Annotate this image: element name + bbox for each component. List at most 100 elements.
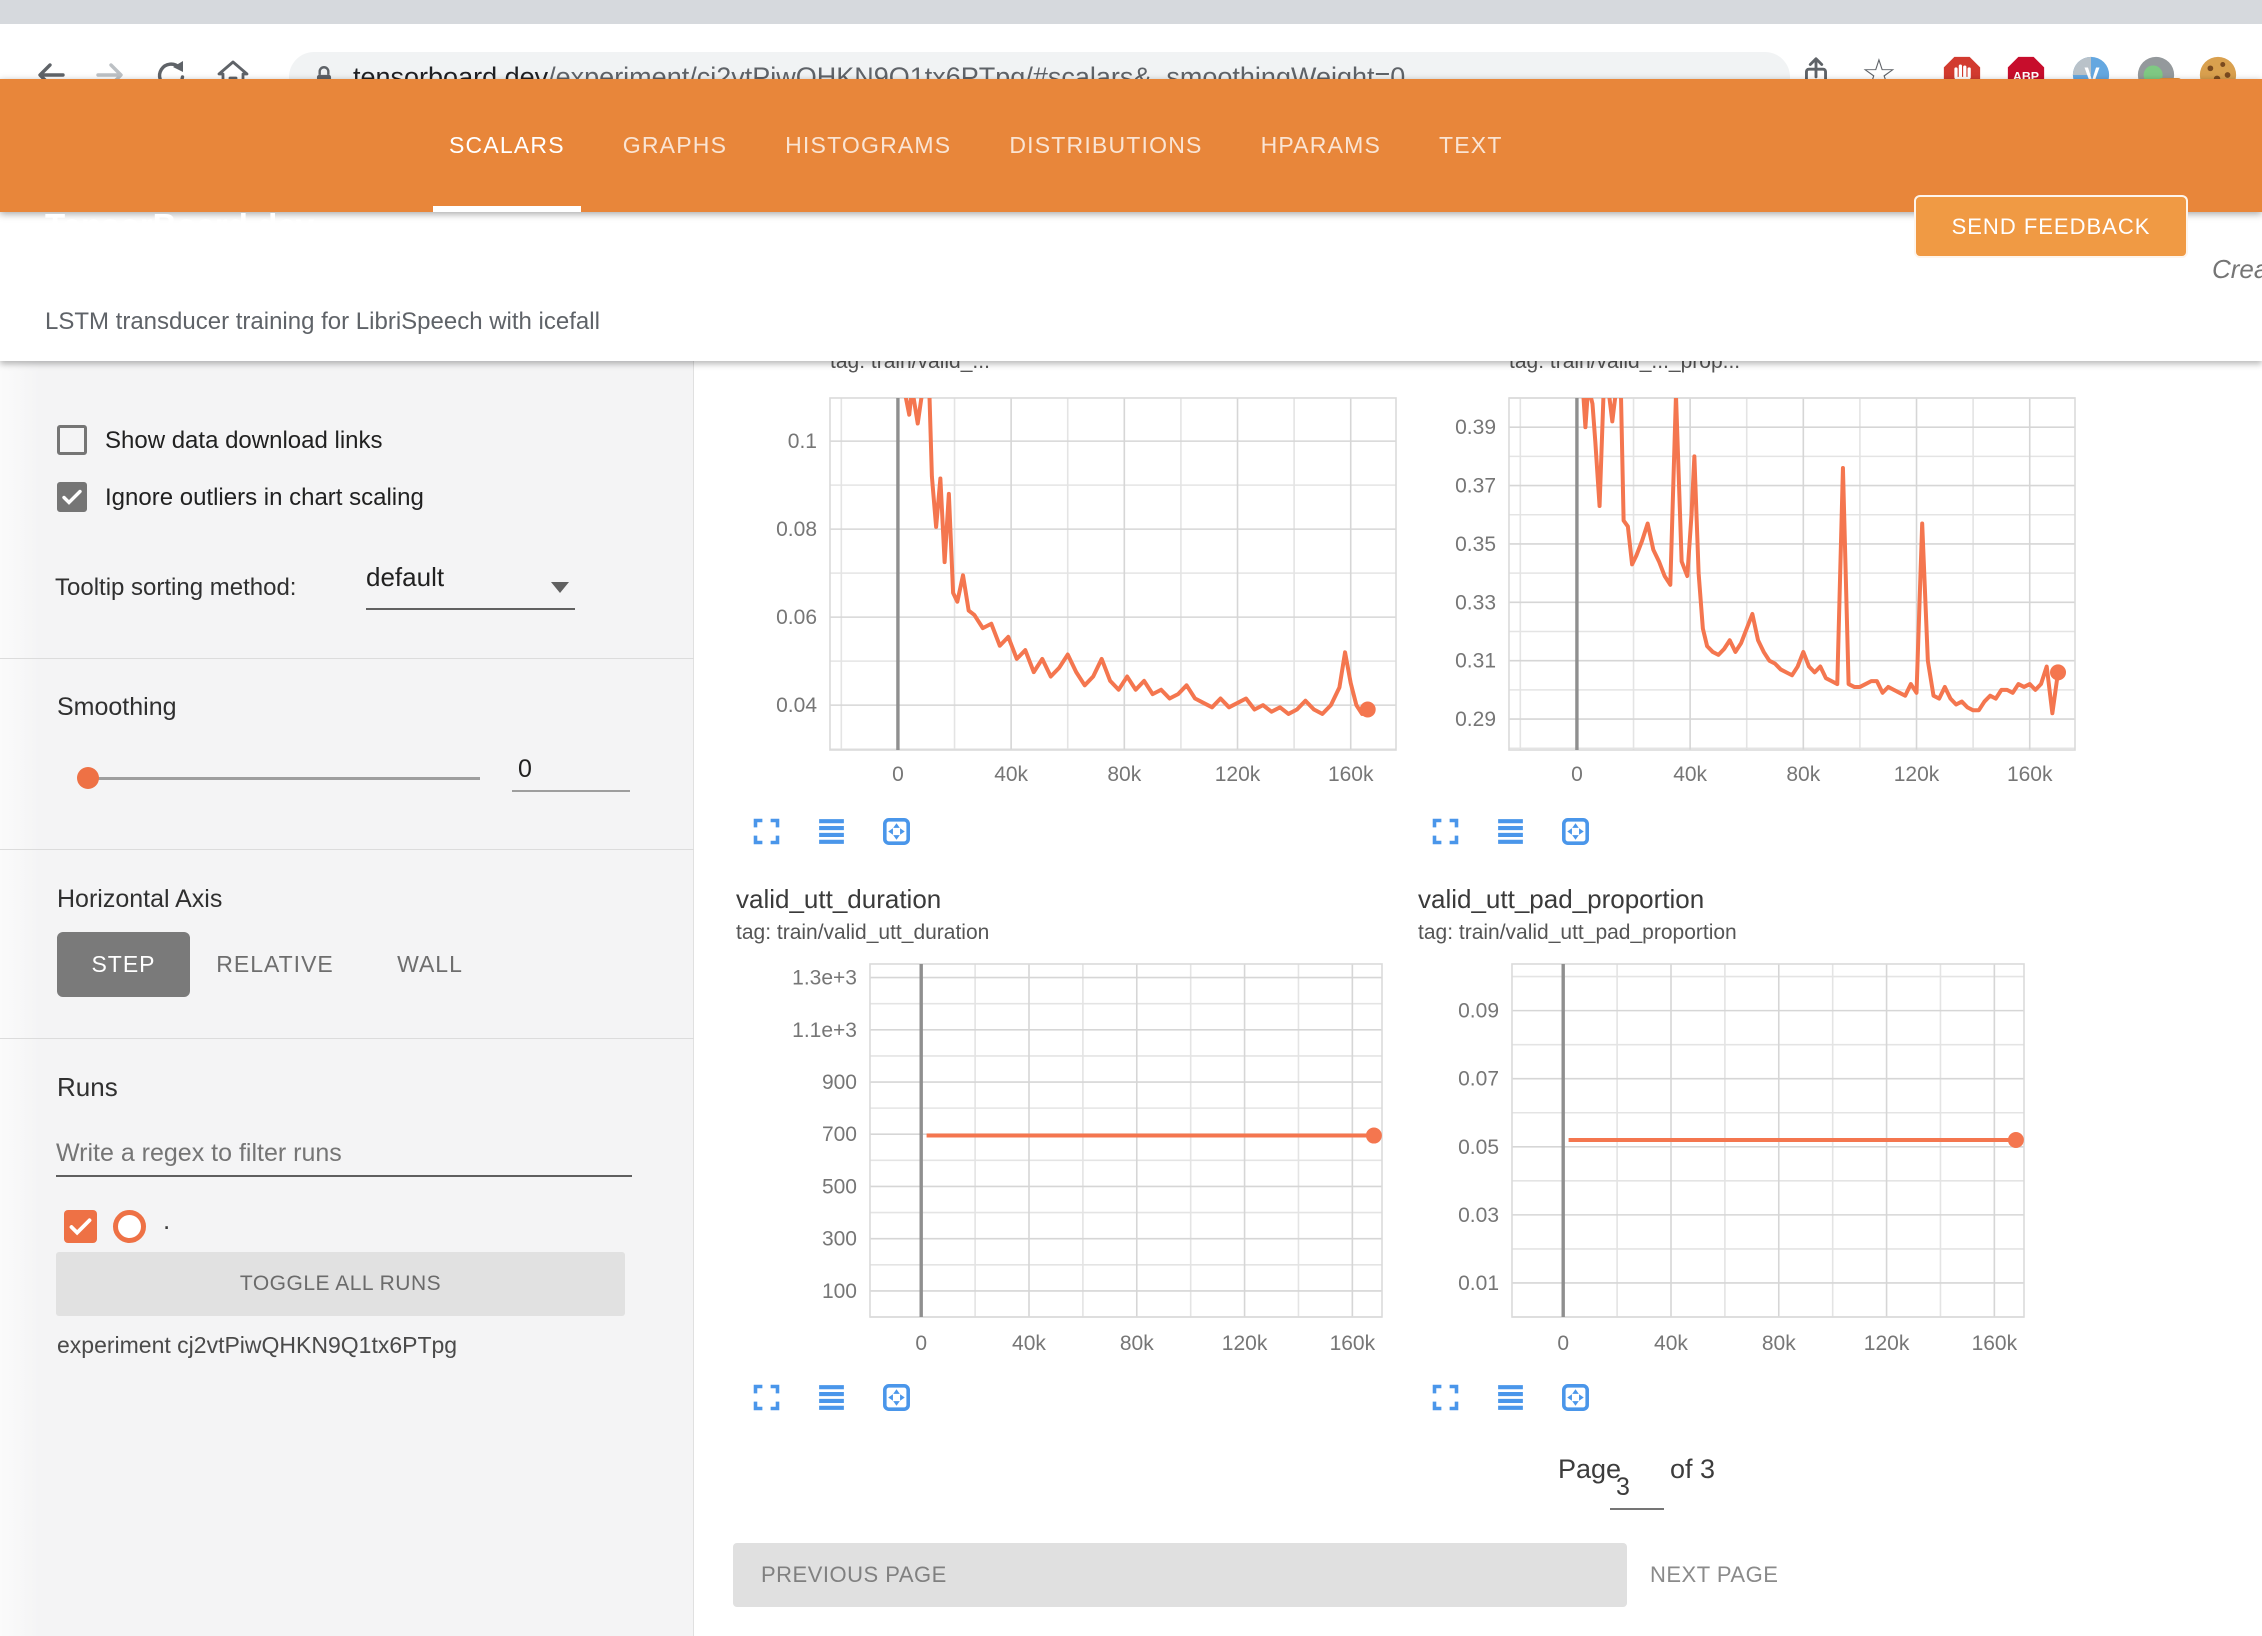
svg-text:120k: 120k [1222,1332,1268,1355]
main-nav: SCALARS GRAPHS HISTOGRAMS DISTRIBUTIONS … [445,79,1507,212]
smoothing-value-input[interactable] [512,748,630,792]
svg-text:0: 0 [1557,1332,1569,1355]
tab-scalars[interactable]: SCALARS [445,79,569,212]
run-name: . [163,1205,170,1236]
fullscreen-icon[interactable] [1429,1381,1462,1414]
divider [0,658,694,659]
page-number-input[interactable] [1610,1466,1664,1510]
tab-distributions[interactable]: DISTRIBUTIONS [1005,79,1206,212]
svg-text:0.39: 0.39 [1455,416,1496,439]
check-icon [60,485,84,509]
chart-tag: tag: train/valid_utt_pad_proportion [1418,921,1737,945]
show-download-links-label: Show data download links [105,427,383,455]
tab-graphs[interactable]: GRAPHS [619,79,731,212]
svg-text:40k: 40k [994,763,1028,786]
divider [0,849,694,850]
tab-text[interactable]: TEXT [1435,79,1507,212]
svg-text:120k: 120k [1894,763,1940,786]
page: tensorboard.dev/experiment/cj2vtPiwQHKN9… [0,0,2262,1636]
svg-text:0: 0 [915,1332,927,1355]
chart-plot-1[interactable]: 0.290.310.330.350.370.39040k80k120k160k [1393,395,2099,795]
previous-page-button[interactable]: PREVIOUS PAGE [733,1543,1627,1607]
show-download-links-checkbox[interactable] [57,425,87,455]
run-color-swatch [113,1210,146,1243]
run-checkbox[interactable] [64,1210,97,1243]
smoothing-slider-thumb[interactable] [77,767,99,789]
log-scale-icon[interactable] [1494,1381,1527,1414]
svg-text:120k: 120k [1864,1332,1910,1355]
tab-hparams[interactable]: HPARAMS [1257,79,1385,212]
svg-text:0.04: 0.04 [776,694,817,717]
svg-text:80k: 80k [1762,1332,1796,1355]
svg-text:0.07: 0.07 [1458,1068,1499,1091]
app-header: TensorBoard.dev SCALARS GRAPHS HISTOGRAM… [0,79,2262,212]
toggle-all-runs-button[interactable]: TOGGLE ALL RUNS [56,1252,625,1316]
svg-text:160k: 160k [1328,763,1374,786]
axis-step-button[interactable]: STEP [57,932,190,997]
runs-label: Runs [57,1072,118,1103]
svg-text:0.06: 0.06 [776,606,817,629]
tooltip-sorting-label: Tooltip sorting method: [55,574,296,602]
svg-text:0.09: 0.09 [1458,1000,1499,1023]
log-scale-icon[interactable] [815,815,848,848]
ignore-outliers-label: Ignore outliers in chart scaling [105,484,424,512]
svg-text:160k: 160k [2007,763,2053,786]
chart-title: valid_utt_duration [736,884,941,915]
fullscreen-icon[interactable] [750,1381,783,1414]
fit-domain-icon[interactable] [1559,1381,1592,1414]
svg-text:40k: 40k [1654,1332,1688,1355]
fullscreen-icon[interactable] [750,815,783,848]
axis-relative-button[interactable]: RELATIVE [200,932,350,997]
tab-histograms[interactable]: HISTOGRAMS [781,79,955,212]
settings-sidebar: Show data download links Ignore outliers… [0,361,694,1636]
fit-domain-icon[interactable] [1559,815,1592,848]
send-feedback-button[interactable]: SEND FEEDBACK [1914,195,2188,258]
next-page-button[interactable]: NEXT PAGE [1650,1543,1778,1607]
svg-text:1.3e+3: 1.3e+3 [792,967,857,990]
svg-text:900: 900 [822,1071,857,1094]
chart-title: valid_utt_pad_proportion [1418,884,1704,915]
log-scale-icon[interactable] [815,1381,848,1414]
svg-text:100: 100 [822,1280,857,1303]
tooltip-sorting-select[interactable]: default [366,562,575,610]
experiment-id-label: experiment cj2vtPiwQHKN9Q1tx6PTpg [57,1332,457,1359]
svg-text:120k: 120k [1215,763,1261,786]
svg-text:0.33: 0.33 [1455,591,1496,614]
svg-text:40k: 40k [1673,763,1707,786]
ignore-outliers-checkbox[interactable] [57,482,87,512]
fit-domain-icon[interactable] [880,815,913,848]
chart-toolbar [750,815,913,848]
svg-text:500: 500 [822,1175,857,1198]
chart-toolbar [750,1381,913,1414]
smoothing-label: Smoothing [57,693,177,722]
fullscreen-icon[interactable] [1429,815,1462,848]
check-icon [67,1213,94,1240]
svg-text:0.08: 0.08 [776,518,817,541]
chart-plot-2[interactable]: 1003005007009001.1e+31.3e+3040k80k120k16… [700,956,1406,1356]
smoothing-slider-track[interactable] [78,777,480,780]
svg-text:80k: 80k [1786,763,1820,786]
svg-text:0.05: 0.05 [1458,1136,1499,1159]
svg-text:700: 700 [822,1123,857,1146]
chart-plot-3[interactable]: 0.010.030.050.070.09040k80k120k160k [1342,956,2048,1356]
svg-text:0.03: 0.03 [1458,1204,1499,1227]
app-logo[interactable]: TensorBoard.dev [45,207,314,245]
svg-text:160k: 160k [1972,1332,2018,1355]
runs-regex-input[interactable] [56,1131,632,1177]
chart-tag: tag: train/valid_utt_duration [736,921,989,945]
created-text-clipped: Crea [2212,254,2262,285]
svg-text:0.1: 0.1 [788,430,817,453]
fit-domain-icon[interactable] [880,1381,913,1414]
clipped-chart-tag: tag: train/valid_... [830,361,1396,373]
experiment-description: LSTM transducer training for LibriSpeech… [45,308,600,336]
svg-text:0.35: 0.35 [1455,533,1496,556]
page-of-label: of 3 [1670,1454,1715,1485]
axis-wall-button[interactable]: WALL [375,932,485,997]
divider [0,1038,694,1039]
chart-plot-0[interactable]: 0.040.060.080.1040k80k120k160k [714,395,1420,795]
tooltip-sorting-value: default [366,562,444,592]
svg-text:0: 0 [1571,763,1583,786]
log-scale-icon[interactable] [1494,815,1527,848]
clipped-chart-tag: tag: train/valid_..._prop... [1509,361,2075,373]
svg-text:0: 0 [892,763,904,786]
